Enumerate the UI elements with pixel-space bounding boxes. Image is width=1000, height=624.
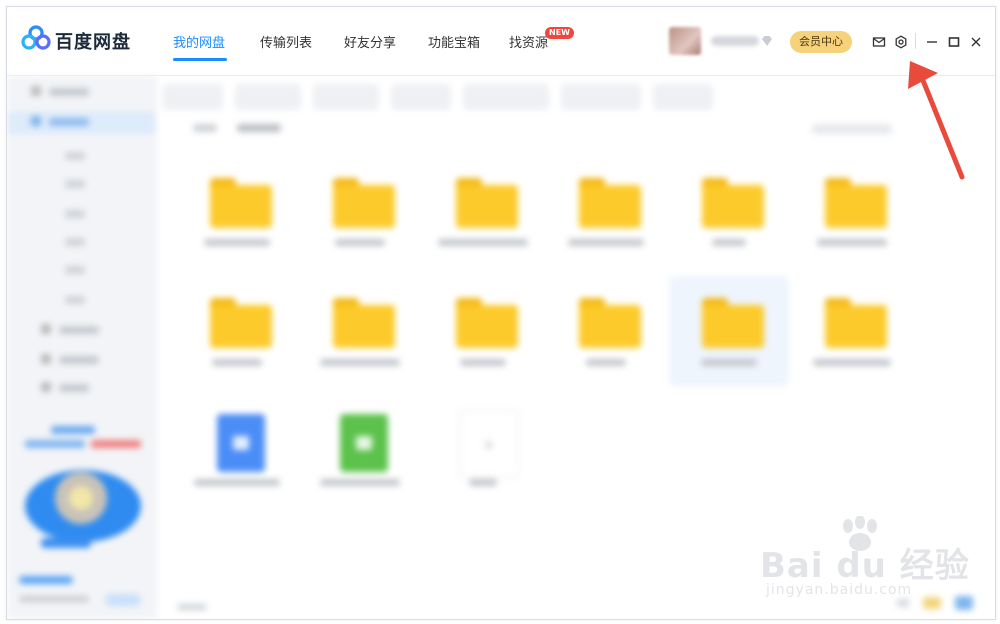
plus-icon: + <box>482 435 496 454</box>
toolbar-button[interactable] <box>313 84 379 110</box>
folder-item[interactable] <box>300 156 420 266</box>
tab-find-resources[interactable]: 找资源 <box>509 32 548 51</box>
toolbar-button[interactable] <box>391 84 451 110</box>
sidebar <box>7 76 156 619</box>
sidebar-sub-item[interactable] <box>65 266 85 274</box>
sidebar-item[interactable] <box>17 378 89 400</box>
sidebar-item[interactable] <box>17 320 99 342</box>
folder-item[interactable] <box>423 156 543 266</box>
tab-friend-share[interactable]: 好友分享 <box>344 32 396 51</box>
file-item[interactable] <box>300 396 420 506</box>
folder-item[interactable] <box>177 156 297 266</box>
divider <box>915 33 916 49</box>
folder-item[interactable] <box>300 276 420 386</box>
vip-center-button[interactable]: 会员中心 <box>790 31 852 53</box>
baidu-jingyan-watermark: Bai du 经验 jingyan.baidu.com <box>760 512 969 607</box>
folder-item[interactable] <box>177 276 297 386</box>
annotation-arrow-icon <box>908 61 965 180</box>
sidebar-sub-item[interactable] <box>65 152 85 160</box>
watermark-url: jingyan.baidu.com <box>766 582 913 598</box>
toolbar-button[interactable] <box>561 84 641 110</box>
avatar[interactable] <box>669 27 701 55</box>
sidebar-sub-item[interactable] <box>65 180 85 188</box>
toolbar-button[interactable] <box>653 84 713 110</box>
settings-icon[interactable] <box>894 35 908 49</box>
sidebar-sub-item[interactable] <box>65 238 85 246</box>
folder-icon <box>456 298 518 348</box>
folder-icon <box>210 298 272 348</box>
folder-icon <box>702 178 764 228</box>
folder-icon <box>333 298 395 348</box>
folder-icon <box>702 298 764 348</box>
new-badge: NEW <box>545 27 574 39</box>
title-bar: 百度网盘 我的网盘 传输列表 好友分享 功能宝箱 找资源 NEW 会员中心 <box>7 7 995 76</box>
username-blurred[interactable] <box>711 36 759 46</box>
new-item-button[interactable]: + <box>423 396 543 506</box>
sidebar-item[interactable] <box>17 82 89 104</box>
status-text <box>177 604 207 610</box>
baidu-netdisk-logo-icon <box>21 25 51 50</box>
folder-item[interactable] <box>792 156 912 266</box>
active-tab-indicator <box>173 58 227 61</box>
file-item[interactable] <box>177 396 297 506</box>
folder-item[interactable] <box>792 276 912 386</box>
app-name: 百度网盘 <box>55 32 131 53</box>
diamond-icon <box>762 36 772 46</box>
folder-item[interactable] <box>546 156 666 266</box>
storage-bar <box>19 576 73 584</box>
mail-icon[interactable] <box>872 35 886 49</box>
promo-banner[interactable] <box>21 426 145 556</box>
breadcrumb[interactable] <box>193 122 281 135</box>
watermark-brand: Bai du 经验 <box>760 546 970 586</box>
folder-icon <box>579 298 641 348</box>
storage-text <box>19 596 89 602</box>
add-item-tile: + <box>459 410 519 478</box>
sidebar-sub-item[interactable] <box>65 210 85 218</box>
folder-icon <box>210 178 272 228</box>
maximize-icon[interactable] <box>947 35 961 49</box>
search-or-sort-control[interactable] <box>812 124 892 134</box>
close-icon[interactable] <box>969 35 983 49</box>
folder-item[interactable] <box>669 156 789 266</box>
sidebar-item[interactable] <box>17 350 99 372</box>
document-icon <box>217 414 265 472</box>
sidebar-sub-item[interactable] <box>65 296 85 304</box>
folder-item[interactable] <box>546 276 666 386</box>
tab-my-netdisk[interactable]: 我的网盘 <box>173 32 225 51</box>
folder-icon <box>825 178 887 228</box>
toolbar-button[interactable] <box>235 84 301 110</box>
folder-icon <box>456 178 518 228</box>
folder-item-selected[interactable] <box>669 276 789 386</box>
tab-transfer-list[interactable]: 传输列表 <box>260 32 312 51</box>
storage-expand-button[interactable] <box>105 594 141 606</box>
folder-icon <box>579 178 641 228</box>
toolbar-button[interactable] <box>163 84 223 110</box>
tab-toolbox[interactable]: 功能宝箱 <box>428 32 480 51</box>
sidebar-item-active[interactable] <box>7 112 155 134</box>
folder-icon <box>333 178 395 228</box>
minimize-icon[interactable] <box>925 35 939 49</box>
folder-icon <box>825 298 887 348</box>
spreadsheet-icon <box>340 414 388 472</box>
folder-item[interactable] <box>423 276 543 386</box>
toolbar-button[interactable] <box>463 84 549 110</box>
